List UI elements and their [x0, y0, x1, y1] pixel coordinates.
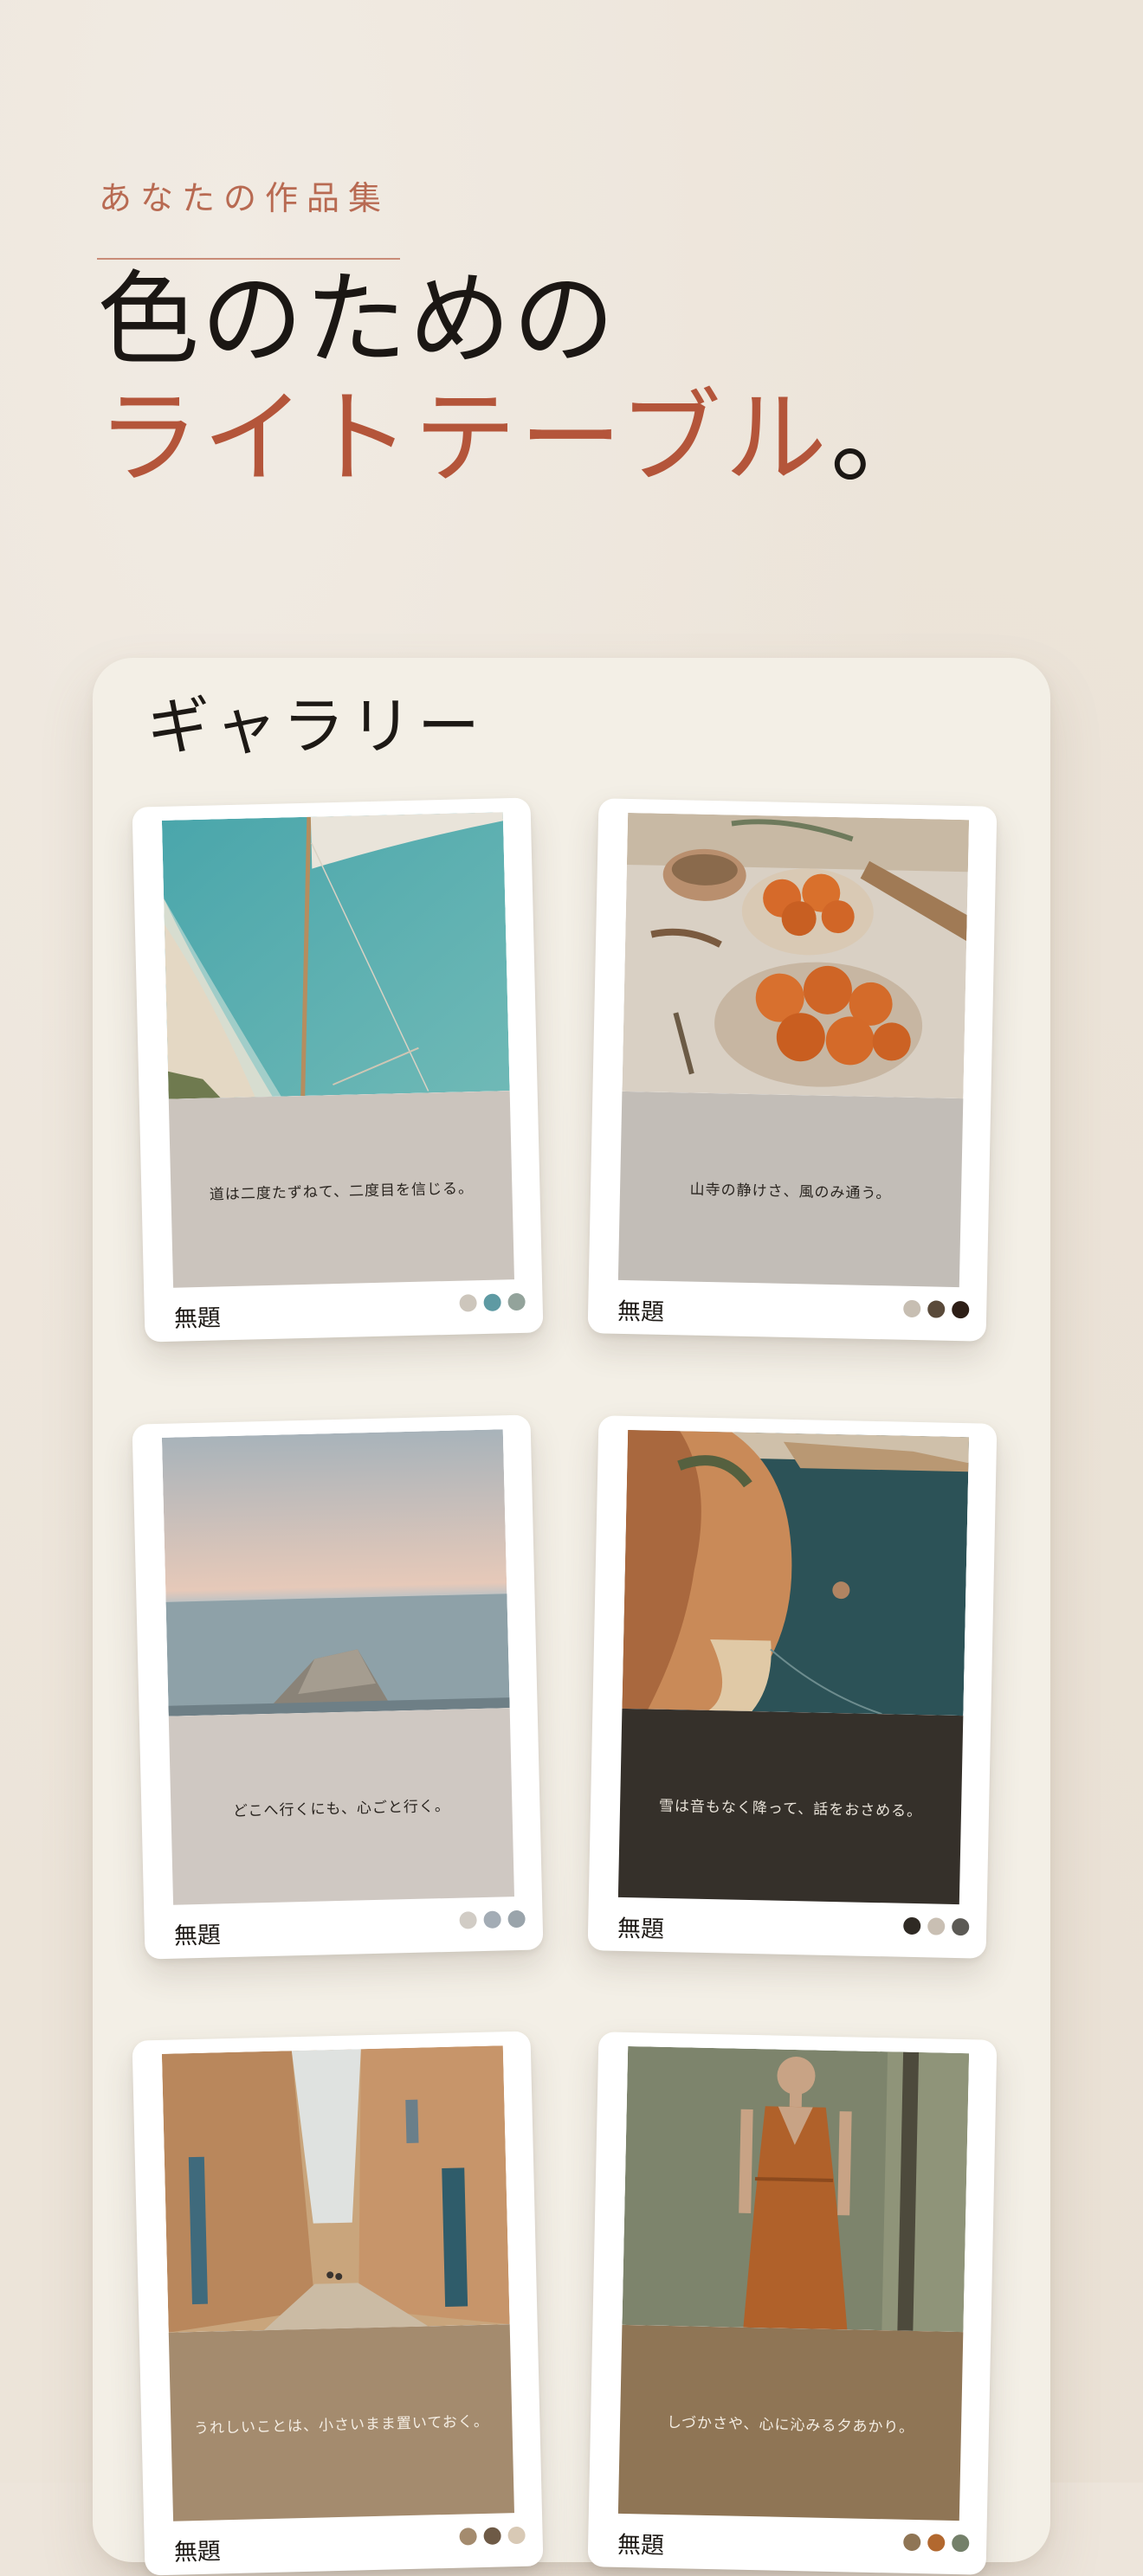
card-quote: どこへ行くにも、心ごと行く。 [232, 1797, 451, 1820]
palette-dot [927, 1917, 946, 1935]
quote-swatch: しづかさや、心に沁みる夕あかり。 [617, 2324, 964, 2521]
palette-dot [952, 2534, 970, 2553]
artwork-card[interactable]: うれしいことは、小さいまま置いておく。 無題 [132, 2031, 544, 2576]
artwork-card[interactable]: どこへ行くにも、心ごと行く。 無題 [132, 1414, 544, 1960]
palette-dot [483, 1293, 501, 1311]
card-quote: 道は二度たずねて、二度目を信じる。 [209, 1179, 475, 1204]
quote-swatch: 山寺の静けさ、風のみ通う。 [617, 1091, 964, 1288]
palette-dot [459, 1911, 477, 1929]
artwork-photo-alley [161, 2045, 510, 2333]
palette-dot [483, 2527, 501, 2545]
palette-dot [507, 1292, 526, 1311]
quote-swatch: 道は二度たずねて、二度目を信じる。 [168, 1091, 514, 1288]
card-quote: しづかさや、心に沁みる夕あかり。 [666, 2413, 915, 2437]
palette-dot [507, 2526, 526, 2545]
artwork-photo-rock [161, 1429, 510, 1716]
card-quote: うれしいことは、小さいまま置いておく。 [193, 2412, 490, 2438]
palette-dots [459, 1292, 526, 1312]
palette-dot [903, 1299, 921, 1318]
palette-dots [903, 1299, 970, 1319]
palette-dots [903, 2533, 970, 2553]
artwork-card[interactable]: しづかさや、心に沁みる夕あかり。 無題 [587, 2032, 998, 2575]
eyebrow-label: あなたの作品集 [99, 179, 391, 217]
palette-dot [483, 1910, 501, 1929]
card-title: 無題 [617, 2531, 665, 2560]
artwork-card[interactable]: 山寺の静けさ、風のみ通う。 無題 [587, 798, 998, 1342]
artwork-photo-beach [161, 812, 510, 1099]
palette-dot [507, 1909, 526, 1929]
quote-swatch: 雪は音もなく降って、話をおさめる。 [617, 1708, 964, 1905]
card-title: 無題 [617, 1915, 665, 1943]
headline-line2-text: ライトテーブル [97, 378, 830, 498]
card-title: 無題 [173, 2538, 222, 2566]
palette-dot [927, 2534, 946, 2552]
card-title: 無題 [173, 1304, 222, 1333]
headline-period: 。 [830, 378, 936, 498]
palette-dot [952, 1300, 970, 1319]
artwork-card[interactable]: 道は二度たずねて、二度目を信じる。 無題 [132, 797, 544, 1343]
headline-line2: ライトテーブル。 [97, 382, 936, 495]
card-quote: 山寺の静けさ、風のみ通う。 [689, 1181, 892, 1202]
palette-dots [459, 1909, 526, 1929]
card-title: 無題 [173, 1922, 222, 1950]
palette-dots [903, 1916, 970, 1936]
palette-dot [952, 1917, 970, 1936]
artwork-photo-persimmons [622, 812, 970, 1099]
artwork-photo-portrait [622, 2045, 970, 2333]
palette-dot [903, 1916, 921, 1935]
gallery-title: ギャラリー [147, 690, 486, 763]
artwork-photo-cliffs [622, 1429, 970, 1716]
palette-dots [459, 2526, 526, 2546]
headline-line1: 色のための [97, 260, 617, 379]
quote-swatch: うれしいことは、小さいまま置いておく。 [168, 2324, 514, 2521]
palette-dot [459, 1294, 477, 1312]
palette-dot [903, 2533, 921, 2552]
card-title: 無題 [617, 1298, 665, 1326]
palette-dot [927, 1300, 946, 1318]
palette-dot [459, 2528, 477, 2546]
card-quote: 雪は音もなく降って、話をおさめる。 [658, 1797, 923, 1820]
artwork-card[interactable]: 雪は音もなく降って、話をおさめる。 無題 [587, 1415, 998, 1959]
quote-swatch: どこへ行くにも、心ごと行く。 [168, 1708, 514, 1905]
